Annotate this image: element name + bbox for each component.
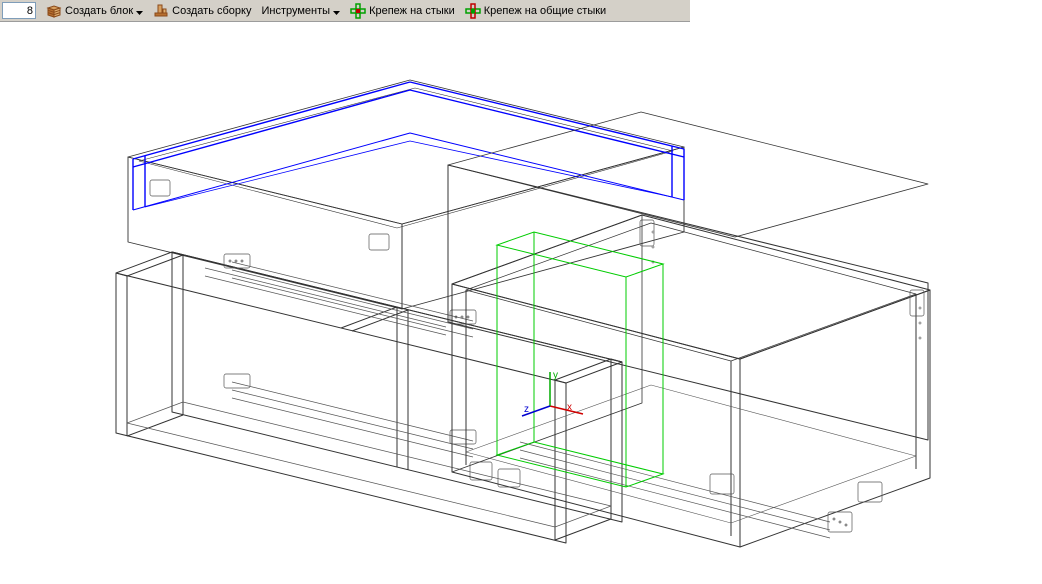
create-block-button[interactable]: Создать блок	[42, 1, 147, 21]
fastener-joints-button[interactable]: Крепеж на стыки	[346, 1, 459, 21]
axis-z-label: z	[524, 404, 529, 415]
fastener-shared-joints-button[interactable]: Крепеж на общие стыки	[461, 1, 610, 21]
axis-y-label: y	[553, 370, 558, 381]
tools-label: Инструменты	[261, 5, 330, 17]
toolbar: Создать блок Создать сборку Инструменты	[0, 0, 690, 22]
fastener-icon	[350, 3, 366, 19]
axis-x-label: x	[567, 402, 572, 413]
create-block-label: Создать блок	[65, 5, 133, 17]
fastener-joints-label: Крепеж на стыки	[369, 5, 455, 17]
model-slide-hardware-left	[150, 180, 520, 487]
axis-gizmo: x y z	[522, 370, 583, 416]
fastener-shared-joints-label: Крепеж на общие стыки	[484, 5, 606, 17]
fastener-shared-icon	[465, 3, 481, 19]
tools-button[interactable]: Инструменты	[257, 1, 344, 21]
block-icon	[46, 3, 62, 19]
create-assembly-label: Создать сборку	[172, 5, 251, 17]
viewport-3d[interactable]: x y z	[0, 22, 1042, 581]
create-assembly-button[interactable]: Создать сборку	[149, 1, 255, 21]
chevron-down-icon	[136, 7, 143, 14]
numeric-input[interactable]	[2, 2, 36, 19]
model-slide-hardware-right	[520, 220, 924, 538]
helper-bounding-box	[497, 232, 663, 487]
assembly-icon	[153, 3, 169, 19]
model-right-drawer	[448, 112, 928, 440]
model-left-cabinet	[116, 80, 684, 543]
model-selected-railing	[133, 82, 684, 210]
chevron-down-icon	[333, 7, 340, 14]
